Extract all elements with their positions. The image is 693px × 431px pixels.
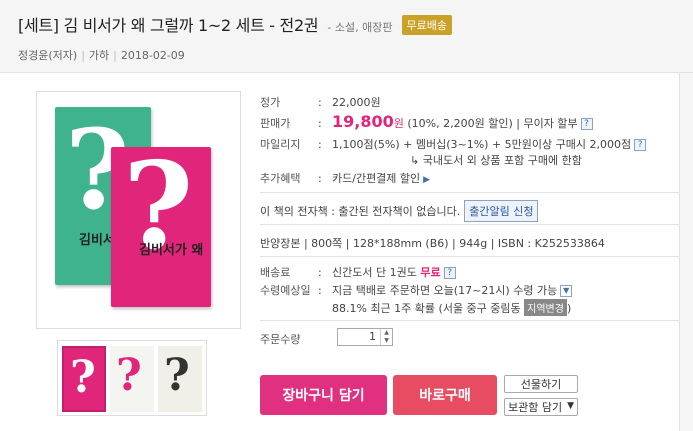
benefit-label: 추가혜택: [260, 172, 301, 185]
delivery-stat-row: 88.1% 최근 1주 확률 (서울 중구 중림동 지역변경): [332, 299, 571, 316]
quantity-stepper[interactable]: 1 ▲ ▼: [337, 328, 393, 346]
mileage-note: ↳ 국내도서 외 상품 포함 구매에 한함: [410, 154, 582, 167]
discount-text: (10%, 2,200원 할인): [407, 117, 513, 130]
meta-separator: |: [81, 49, 85, 62]
save-label: 보관함 담기: [508, 401, 563, 414]
sale-price-row: 판매가:19,800원 (10%, 2,200원 할인) | 무이자 할부?: [260, 112, 593, 131]
thumbnail-2[interactable]: ?: [110, 346, 154, 412]
shipping-label: 배송료: [260, 266, 291, 279]
colon: :: [318, 96, 322, 109]
quantity-value[interactable]: 1: [338, 329, 380, 345]
list-price: 22,000원: [332, 96, 381, 109]
ebook-row: 이 책의 전자책 : 출간된 전자책이 없습니다. 출간알림 신청: [260, 200, 539, 222]
sale-price-label: 판매가: [260, 117, 291, 130]
scrollbar-track[interactable]: [679, 73, 693, 431]
chevron-down-icon[interactable]: ▼: [381, 337, 392, 345]
title-bar: [세트] 김 비서가 왜 그럴까 1~2 세트 - 전2권 - 소설, 애장판 …: [0, 0, 693, 73]
thumbnail-1[interactable]: ?: [62, 346, 106, 412]
list-price-label: 정가: [260, 96, 281, 109]
chevron-up-icon[interactable]: ▲: [381, 329, 392, 337]
stepper-arrows: ▲ ▼: [380, 329, 392, 345]
colon: :: [318, 172, 322, 185]
thumbnail-3[interactable]: ?: [158, 346, 202, 412]
gift-button[interactable]: 선물하기: [504, 375, 578, 393]
notify-button[interactable]: 출간알림 신청: [464, 200, 539, 222]
mileage-text: 1,100점(5%) + 멤버십(3~1%) + 5만원이상 구매시 2,000…: [332, 138, 632, 151]
book-cover-volume-2: ? 김비서가 왜: [111, 147, 211, 307]
save-to-wishlist-button[interactable]: 보관함 담기 ▼: [504, 398, 578, 416]
benefit-text[interactable]: 카드/간편결제 할인: [332, 172, 420, 185]
list-price-row: 정가:22,000원: [260, 94, 381, 110]
qty-row: 주문수량: [260, 331, 318, 347]
divider: [260, 256, 680, 257]
shipping-row: 배송료: 신간도서 단 1권도 무료?: [260, 264, 456, 280]
delivery-row: 수령예상일: 지금 택배로 주문하면 오늘(17~21시) 수령 가능 ▼: [260, 282, 573, 298]
colon: :: [318, 138, 322, 151]
specs-row: 반양장본 | 800쪽 | 128*188mm (B6) | 944g | IS…: [260, 235, 605, 251]
book-cover-image[interactable]: ? 김비서가 왜 ? 김비서가 왜: [36, 91, 241, 329]
installment-text: | 무이자 할부: [516, 117, 578, 130]
add-to-cart-button[interactable]: 장바구니 담기: [260, 375, 387, 415]
delivery-stat: 88.1% 최근 1주 확률 (서울 중구 중림동: [332, 302, 521, 315]
sale-price-unit: 원: [393, 117, 404, 130]
shipping-free: 무료: [420, 266, 441, 279]
thumbnail-question-mark: ?: [70, 352, 96, 403]
arrow-right-icon[interactable]: ▶: [423, 175, 430, 185]
mileage-note-row: ↳ 국내도서 외 상품 포함 구매에 한함: [410, 152, 582, 168]
mileage-label: 마일리지: [260, 138, 301, 151]
help-icon[interactable]: ?: [580, 118, 593, 130]
benefit-row: 추가혜택: 카드/간편결제 할인 ▶: [260, 170, 430, 186]
divider: [260, 320, 680, 321]
specs-text: 반양장본 | 800쪽 | 128*188mm (B6) | 944g | IS…: [260, 237, 605, 250]
divider: [260, 224, 680, 225]
ebook-text: 이 책의 전자책 : 출간된 전자책이 없습니다.: [260, 205, 461, 218]
thumbnail-question-mark: ?: [116, 350, 142, 401]
publisher-link[interactable]: 가하: [89, 49, 109, 62]
product-meta: 정경윤(저자) | 가하 | 2018-02-09: [18, 47, 185, 63]
divider: [260, 192, 680, 193]
colon: :: [318, 266, 322, 279]
help-icon[interactable]: ?: [634, 139, 647, 151]
author-link[interactable]: 정경윤(저자): [18, 49, 77, 62]
cover-title: 김비서가 왜: [139, 243, 204, 258]
product-subtitle: - 소설, 애장판: [327, 21, 393, 34]
buy-now-button[interactable]: 바로구매: [393, 375, 497, 415]
thumbnail-question-mark: ?: [164, 350, 190, 401]
delivery-text: 지금 택배로 주문하면 오늘(17~21시) 수령 가능: [332, 284, 558, 297]
title-row: [세트] 김 비서가 왜 그럴까 1~2 세트 - 전2권 - 소설, 애장판 …: [18, 12, 453, 36]
publish-date: 2018-02-09: [120, 49, 185, 62]
delivery-close: ): [566, 302, 572, 315]
chevron-down-icon[interactable]: ▼: [560, 285, 573, 297]
free-shipping-badge: 무료배송: [401, 15, 453, 35]
delivery-label: 수령예상일: [260, 284, 311, 297]
colon: :: [318, 284, 322, 297]
chevron-down-icon: ▼: [567, 401, 574, 411]
qty-label: 주문수량: [260, 333, 301, 346]
colon: :: [318, 117, 322, 130]
thumbnail-strip: ? ? ?: [57, 340, 207, 416]
sale-price: 19,800: [332, 112, 394, 131]
meta-separator: |: [113, 49, 117, 62]
shipping-text: 신간도서 단 1권도: [332, 266, 417, 279]
help-icon[interactable]: ?: [443, 267, 456, 279]
product-title: [세트] 김 비서가 왜 그럴까 1~2 세트 - 전2권: [18, 16, 319, 35]
region-change-button[interactable]: 지역변경: [524, 299, 567, 316]
mileage-row: 마일리지:1,100점(5%) + 멤버십(3~1%) + 5만원이상 구매시 …: [260, 136, 647, 152]
